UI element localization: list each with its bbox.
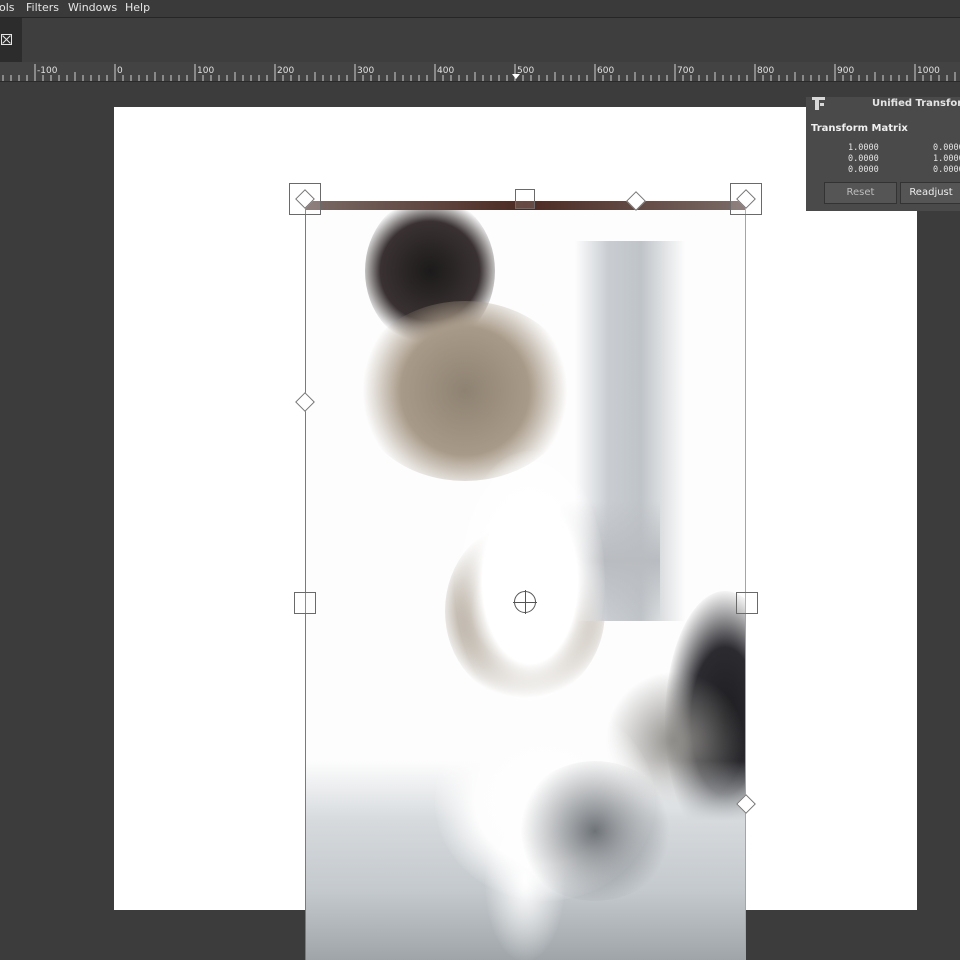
ruler-label: 900: [837, 66, 854, 76]
matrix-cell: 1.0000: [933, 154, 960, 164]
ruler-ticks: -100 0 100 200 300 400 500 600 700 800 900 1000: [2, 64, 956, 81]
menu-bar: ols Filters Windows Help: [0, 0, 960, 17]
close-icon[interactable]: [1, 34, 12, 45]
horizontal-ruler[interactable]: -100 0 100 200 300 400 500 600 700 800 900 1000: [0, 62, 960, 82]
ruler-label: 800: [757, 66, 774, 76]
panel-header: Unified Transform: [806, 96, 960, 116]
matrix-cell: 0.0000: [848, 154, 879, 164]
menu-windows[interactable]: Windows: [68, 0, 117, 15]
matrix-row: 1.0000 0.0000: [806, 143, 960, 154]
canvas-area[interactable]: [0, 82, 960, 960]
matrix-heading: Transform Matrix: [811, 123, 908, 134]
ruler-label: 1000: [917, 66, 940, 76]
ruler-label: -100: [37, 66, 58, 76]
matrix-row: 0.0000 1.0000: [806, 154, 960, 165]
frame-left-edge: [305, 201, 306, 960]
menu-help[interactable]: Help: [125, 0, 150, 15]
pivot-crosshair-icon[interactable]: [513, 590, 537, 614]
unified-transform-icon: [812, 97, 825, 110]
ruler-label: 700: [677, 66, 694, 76]
image-tab-bar: [0, 18, 960, 62]
scale-handle-left[interactable]: [294, 592, 316, 614]
matrix-cell: 0.0000: [933, 165, 960, 175]
menu-tools[interactable]: ols: [0, 0, 15, 15]
matrix-cell: 0.0000: [848, 165, 879, 175]
ruler-label: 600: [597, 66, 614, 76]
transform-panel: Unified Transform Transform Matrix 1.000…: [806, 97, 960, 211]
matrix-cell: 1.0000: [848, 143, 879, 153]
ruler-label: 100: [197, 66, 214, 76]
image-tab[interactable]: [0, 18, 22, 62]
ruler-label: 0: [117, 66, 123, 76]
ruler-label: 500: [517, 66, 534, 76]
matrix-row: 0.0000 0.0000: [806, 165, 960, 176]
layer-photo[interactable]: [305, 201, 745, 960]
readjust-button[interactable]: Readjust: [900, 182, 960, 204]
reset-button[interactable]: Reset: [824, 182, 897, 204]
ruler-pointer-icon: [512, 74, 520, 79]
ruler-label: 300: [357, 66, 374, 76]
panel-title: Unified Transform: [872, 98, 960, 109]
scale-handle-top[interactable]: [515, 189, 535, 209]
matrix-cell: 0.0000: [933, 143, 960, 153]
frame-right-edge: [745, 201, 746, 960]
ruler-label: 200: [277, 66, 294, 76]
menu-filters[interactable]: Filters: [26, 0, 59, 15]
scale-handle-right[interactable]: [736, 592, 758, 614]
ruler-label: 400: [437, 66, 454, 76]
